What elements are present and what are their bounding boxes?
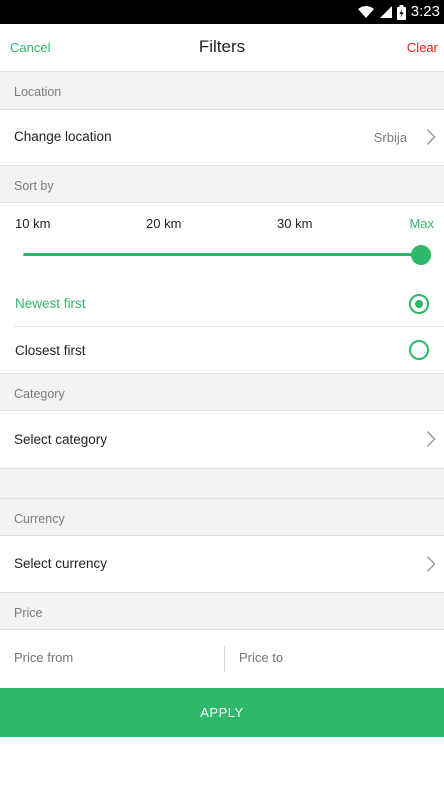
status-time: 3:23 [410, 3, 440, 20]
sort-option-newest-label: Newest first [15, 296, 86, 311]
chevron-right-icon [426, 431, 436, 447]
section-price-title: Price [14, 606, 43, 620]
status-bar: 3:23 [0, 0, 444, 24]
section-location-title: Location [14, 85, 62, 99]
select-currency-label: Select currency [14, 556, 108, 571]
price-separator [224, 646, 225, 672]
distance-slider-track[interactable] [23, 253, 420, 256]
location-value: Srbija [373, 130, 407, 145]
radio-closest[interactable] [409, 340, 429, 360]
header: Cancel Filters Clear [0, 24, 444, 72]
page-title: Filters [198, 37, 246, 56]
chevron-right-icon [426, 129, 436, 145]
distance-label-30[interactable]: 30 km [277, 216, 312, 231]
radio-newest-dot [415, 300, 423, 308]
battery-icon [397, 4, 406, 20]
section-sort-title: Sort by [14, 179, 54, 193]
signal-icon [380, 6, 392, 18]
status-icons [357, 3, 406, 21]
clear-button[interactable]: Clear [407, 40, 438, 55]
distance-label-10[interactable]: 10 km [15, 216, 50, 231]
select-category-row[interactable]: Select category [0, 411, 444, 468]
price-to-input[interactable] [239, 650, 434, 665]
section-currency-header: Currency [0, 498, 444, 536]
change-location-label: Change location [14, 129, 112, 144]
change-location-row[interactable]: Change location Srbija [0, 110, 444, 165]
sort-option-closest-label: Closest first [15, 343, 86, 358]
section-category-header: Category [0, 373, 444, 411]
apply-button[interactable]: APPLY [0, 688, 444, 737]
distance-slider-thumb[interactable] [411, 245, 431, 265]
category-spacer [0, 468, 444, 498]
select-category-label: Select category [14, 432, 108, 447]
section-sort-header: Sort by [0, 165, 444, 203]
sort-option-closest[interactable]: Closest first [0, 327, 444, 372]
section-location-header: Location [0, 72, 444, 110]
section-price-header: Price [0, 592, 444, 630]
chevron-right-icon [426, 556, 436, 572]
distance-label-max[interactable]: Max [409, 216, 434, 231]
price-from-input[interactable] [14, 650, 214, 665]
radio-newest[interactable] [409, 294, 429, 314]
distance-label-20[interactable]: 20 km [146, 216, 181, 231]
section-category-title: Category [14, 387, 65, 401]
section-currency-title: Currency [14, 512, 65, 526]
wifi-icon [358, 6, 374, 18]
sort-option-newest[interactable]: Newest first [0, 282, 444, 326]
price-row [0, 630, 444, 688]
select-currency-row[interactable]: Select currency [0, 536, 444, 592]
